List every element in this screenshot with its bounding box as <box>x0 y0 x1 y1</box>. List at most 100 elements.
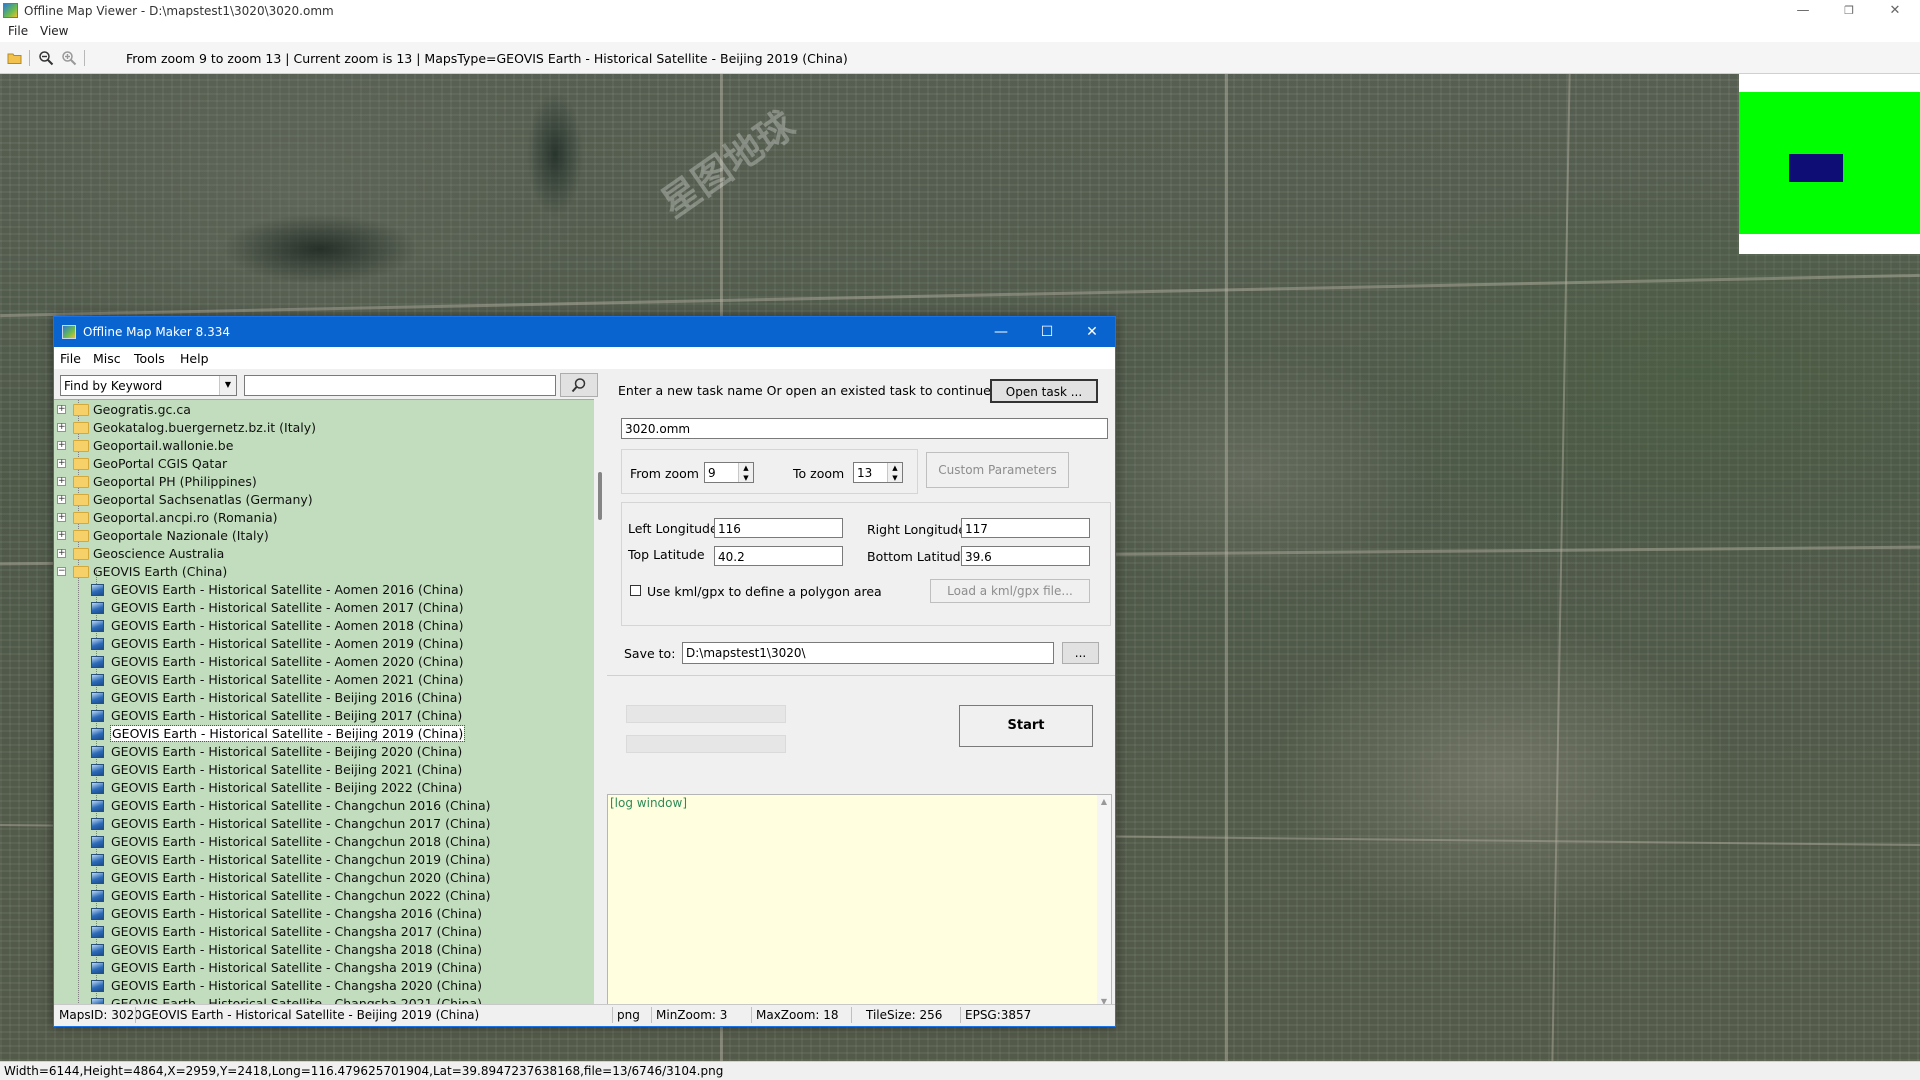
folder-icon <box>73 530 89 542</box>
status-min-zoom: MinZoom: 3 <box>656 1008 728 1022</box>
map-road <box>1225 74 1228 1061</box>
dialog-menu-help[interactable]: Help <box>180 351 209 366</box>
open-task-button[interactable]: Open task ... <box>990 379 1098 403</box>
bottom-latitude-input[interactable]: 39.6 <box>961 546 1090 566</box>
from-zoom-spinner[interactable]: 9 ▲ ▼ <box>704 462 754 483</box>
map-layer-icon <box>91 656 104 668</box>
map-layer-icon <box>91 620 104 632</box>
map-maker-dialog: Offline Map Maker 8.334 — ☐ ✕ File Misc … <box>53 316 1116 1027</box>
tree-scroll-thumb[interactable] <box>598 472 602 520</box>
map-road <box>1551 74 1571 1061</box>
task-name-input[interactable]: 3020.omm <box>621 418 1108 439</box>
folder-icon <box>73 494 89 506</box>
tree-map-item-label: GEOVIS Earth - Historical Satellite - Be… <box>111 780 463 795</box>
status-max-zoom: MaxZoom: 18 <box>756 1008 839 1022</box>
progress-bar-current <box>626 735 786 753</box>
right-longitude-input[interactable]: 117 <box>961 518 1090 538</box>
map-layer-icon <box>91 692 104 704</box>
zoom-in-icon[interactable] <box>61 50 77 66</box>
open-folder-icon[interactable] <box>7 50 23 66</box>
dialog-menu-tools[interactable]: Tools <box>134 351 165 366</box>
dialog-menubar: File Misc Tools Help <box>54 347 1115 369</box>
load-kml-button[interactable]: Load a kml/gpx file... <box>930 579 1090 603</box>
right-longitude-label: Right Longitude <box>867 522 967 537</box>
expand-icon[interactable]: + <box>57 549 66 558</box>
log-scrollbar[interactable]: ▲ ▼ <box>1097 795 1111 1008</box>
expand-icon[interactable]: + <box>57 459 66 468</box>
save-to-label: Save to: <box>624 646 676 661</box>
expand-icon[interactable]: + <box>57 441 66 450</box>
top-latitude-label: Top Latitude <box>628 547 705 562</box>
map-road <box>0 273 1920 318</box>
map-layer-icon <box>91 764 104 776</box>
spinner-arrows-icon[interactable]: ▲ ▼ <box>738 463 753 482</box>
tree-map-item-label: GEOVIS Earth - Historical Satellite - Ch… <box>111 960 482 975</box>
log-window[interactable]: [log window] ▲ ▼ <box>607 794 1112 1009</box>
tree-folder-label: Geoportale Nazionale (Italy) <box>93 528 269 543</box>
viewer-toolbar: From zoom 9 to zoom 13 | Current zoom is… <box>0 42 1920 74</box>
expand-icon[interactable]: + <box>57 531 66 540</box>
menu-file[interactable]: File <box>8 24 28 38</box>
dialog-titlebar[interactable]: Offline Map Maker 8.334 — ☐ ✕ <box>54 317 1115 347</box>
custom-parameters-button[interactable]: Custom Parameters <box>926 452 1069 488</box>
search-mode-select[interactable]: Find by Keyword ▼ <box>60 375 237 396</box>
dialog-minimize-button[interactable]: — <box>978 317 1024 347</box>
tree-map-item-label: GEOVIS Earth - Historical Satellite - Ao… <box>111 582 464 597</box>
tree-map-item-label: GEOVIS Earth - Historical Satellite - Be… <box>111 708 463 723</box>
search-button[interactable] <box>560 373 598 397</box>
tree-map-item-label: GEOVIS Earth - Historical Satellite - Be… <box>111 762 463 777</box>
tree-scrollbar[interactable] <box>594 399 607 1004</box>
expand-icon[interactable]: + <box>57 495 66 504</box>
dialog-close-button[interactable]: ✕ <box>1069 317 1115 347</box>
collapse-icon[interactable]: − <box>57 567 66 576</box>
tree-map-item-label: GEOVIS Earth - Historical Satellite - Ch… <box>111 816 491 831</box>
bottom-latitude-label: Bottom Latitude <box>867 549 969 564</box>
map-source-tree[interactable]: + Geogratis.gc.ca + Geokatalog.buergernetz.… <box>54 399 594 1005</box>
dialog-maximize-button[interactable]: ☐ <box>1024 317 1070 347</box>
folder-icon <box>73 548 89 560</box>
restore-button[interactable]: ❐ <box>1826 0 1872 22</box>
tree-folder-label: Geoportal PH (Philippines) <box>93 474 257 489</box>
expand-icon[interactable]: + <box>57 405 66 414</box>
close-button[interactable]: ✕ <box>1872 0 1918 22</box>
tree-map-item-label: GEOVIS Earth - Historical Satellite - Ch… <box>111 924 482 939</box>
start-button[interactable]: Start <box>959 705 1093 747</box>
dialog-statusbar: MapsID: 3020 GEOVIS Earth - Historical S… <box>54 1004 1115 1026</box>
tree-folder-label: Geoportal.ancpi.ro (Romania) <box>93 510 278 525</box>
kml-checkbox[interactable] <box>630 585 641 596</box>
status-epsg: EPSG:3857 <box>965 1008 1032 1022</box>
status-format: png <box>617 1008 640 1022</box>
dialog-title: Offline Map Maker 8.334 <box>83 325 231 339</box>
toolbar-separator <box>29 50 30 66</box>
zoom-out-icon[interactable] <box>38 50 54 66</box>
map-layer-icon <box>91 782 104 794</box>
top-latitude-input[interactable]: 40.2 <box>714 546 843 566</box>
tree-map-item-label: GEOVIS Earth - Historical Satellite - Ch… <box>111 942 482 957</box>
viewer-titlebar: Offline Map Viewer - D:\mapstest1\3020\3… <box>0 0 1920 22</box>
kml-checkbox-label: Use kml/gpx to define a polygon area <box>647 584 882 599</box>
spinner-arrows-icon[interactable]: ▲ ▼ <box>887 463 902 482</box>
tree-folder-label: Geogratis.gc.ca <box>93 402 191 417</box>
search-input[interactable] <box>244 375 556 396</box>
to-zoom-spinner[interactable]: 13 ▲ ▼ <box>853 462 903 483</box>
expand-icon[interactable]: + <box>57 477 66 486</box>
expand-icon[interactable]: + <box>57 513 66 522</box>
map-layer-icon <box>91 890 104 902</box>
minimap-viewport[interactable] <box>1789 154 1843 182</box>
browse-button[interactable]: ... <box>1062 642 1099 664</box>
status-tile-size: TileSize: 256 <box>866 1008 943 1022</box>
minimize-button[interactable]: — <box>1780 0 1826 22</box>
map-layer-icon <box>91 728 104 740</box>
tree-map-item-label: GEOVIS Earth - Historical Satellite - Ch… <box>111 798 491 813</box>
folder-icon <box>73 566 89 578</box>
left-longitude-input[interactable]: 116 <box>714 518 843 538</box>
minimap[interactable] <box>1739 74 1920 254</box>
save-path-input[interactable]: D:\mapstest1\3020\ <box>682 642 1054 664</box>
folder-icon <box>73 440 89 452</box>
menu-view[interactable]: View <box>40 24 68 38</box>
zoom-info-text: From zoom 9 to zoom 13 | Current zoom is… <box>126 51 848 66</box>
dialog-menu-file[interactable]: File <box>60 351 81 366</box>
expand-icon[interactable]: + <box>57 423 66 432</box>
dialog-menu-misc[interactable]: Misc <box>93 351 121 366</box>
viewer-menubar: File View <box>0 22 1920 42</box>
